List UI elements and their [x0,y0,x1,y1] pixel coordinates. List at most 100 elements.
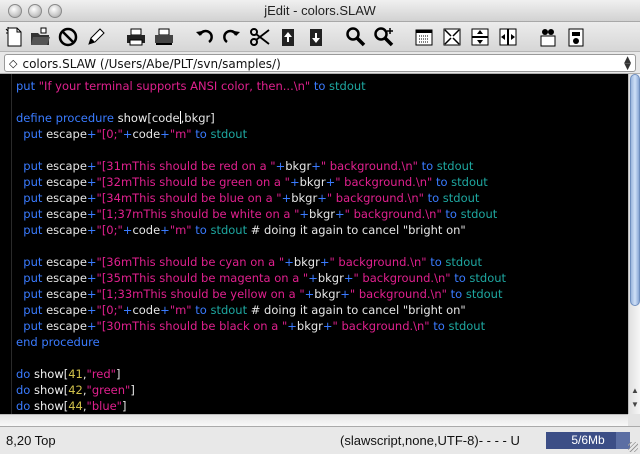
token-string: "[0;" [96,223,123,237]
code-line[interactable]: put escape+"[31mThis should be red on a … [16,158,506,174]
token-ident: bkgr [293,255,320,269]
token-keyword: end procedure [16,335,100,349]
token-keyword: + [86,303,97,317]
code-line[interactable]: do show[41,"red"] [16,366,506,382]
token-ident: [code [147,111,180,125]
token-keyword: put [16,255,47,269]
token-comment: # doing it again to cancel "bright on" [247,303,466,317]
token-string: " background.\n" [335,175,433,189]
code-line[interactable]: define procedure show[code,bkgr] [16,110,506,126]
token-function: show [117,111,148,125]
open-file-button[interactable] [28,25,52,49]
code-line[interactable]: put escape+"[34mThis should be blue on a… [16,190,506,206]
token-keyword: do [16,383,34,397]
token-keyword: + [325,175,336,189]
window-title: jEdit - colors.SLAW [264,3,376,18]
undo-button[interactable] [192,25,216,49]
code-line[interactable]: put escape+"[0;"+code+"m" to stdout # do… [16,222,506,238]
code-line[interactable]: put escape+"[35mThis should be magenta o… [16,270,506,286]
token-comment: # doing it again to cancel "bright on" [247,223,466,237]
token-keyword: put [16,79,39,93]
token-string: "[34mThis should be blue on a " [96,191,282,205]
token-keyword: + [86,271,97,285]
token-keyword: + [86,191,97,205]
token-number: 44 [68,399,83,413]
token-ident: ] [115,367,121,381]
code-line[interactable]: do show[44,"blue"] [16,398,506,414]
code-line[interactable] [16,142,506,158]
split-horizontal-button[interactable] [468,25,492,49]
code-line[interactable] [16,238,506,254]
token-ident: code [132,223,161,237]
code-line[interactable]: put escape+"[32mThis should be green on … [16,174,506,190]
edit-button[interactable] [84,25,108,49]
new-file-button[interactable] [2,25,26,49]
global-options-button[interactable] [564,25,588,49]
token-string: "If your terminal supports ANSI color, t… [38,79,311,93]
print-button[interactable] [124,25,148,49]
find-next-button[interactable] [372,25,396,49]
token-keyword: + [122,303,133,317]
token-keyword: + [86,175,97,189]
code-line[interactable]: put "If your terminal supports ANSI colo… [16,78,506,94]
vertical-scrollbar[interactable]: ▲ ▼ [628,74,640,414]
code-line[interactable]: end procedure [16,334,506,350]
code-line[interactable] [16,350,506,366]
caret-position[interactable]: 8,20 Top [6,433,56,448]
token-keyword: + [340,287,350,301]
code-line[interactable]: put escape+"[1;33mThis should be yellow … [16,286,506,302]
code-line[interactable]: put escape+"[30mThis should be black on … [16,318,506,334]
split-vertical-button[interactable] [496,25,520,49]
token-string: "[30mThis should be black on a " [96,319,288,333]
scroll-up-arrow-icon[interactable]: ▲ [631,386,639,395]
horizontal-scrollbar[interactable] [0,414,628,426]
window-icon [415,29,433,46]
code-line[interactable]: put escape+"[36mThis should be cyan on a… [16,254,506,270]
copy-button[interactable] [276,25,300,49]
gutter-divider [11,74,12,414]
token-stdout: stdout [448,319,486,333]
text-area[interactable]: put "If your terminal supports ANSI colo… [0,74,628,414]
redo-button[interactable] [220,25,244,49]
new-view-button[interactable] [412,25,436,49]
scroll-down-arrow-icon[interactable]: ▼ [631,400,639,409]
token-string: "green" [86,383,131,397]
token-ident: escape [46,319,87,333]
code-line[interactable]: put escape+"[1;37mThis should be white o… [16,206,506,222]
code-content[interactable]: put "If your terminal supports ANSI colo… [16,78,506,414]
page-setup-button[interactable] [152,25,176,49]
token-keyword: + [311,159,321,173]
buffer-mode-info[interactable]: (slawscript,none,UTF-8)- - - - U [340,433,520,448]
token-ident: code [132,127,161,141]
resize-grip[interactable] [628,442,638,452]
token-keyword: to [441,207,461,221]
pencil-icon [88,28,105,45]
code-line[interactable]: put escape+"[0;"+code+"m" to stdout [16,126,506,142]
token-stdout: stdout [465,287,503,301]
token-function: show [34,399,64,413]
token-ident: escape [46,255,87,269]
token-ident: bkgr [291,191,318,205]
code-line[interactable] [16,94,506,110]
cut-button[interactable] [248,25,272,49]
token-ident: bkgr [309,207,336,221]
paste-button[interactable] [304,25,328,49]
magnifier-icon [346,27,366,47]
redo-icon [223,29,240,44]
buffer-switcher-label: colors.SLAW (/Users/Abe/PLT/svn/samples/… [22,56,281,71]
token-string: "[32mThis should be green on a " [96,175,290,189]
open-folder-icon [31,27,50,45]
token-string: "[31mThis should be red on a " [96,159,276,173]
memory-status[interactable]: 5/6Mb [546,432,630,449]
buffer-switcher[interactable]: ◇ colors.SLAW (/Users/Abe/PLT/svn/sample… [4,54,636,72]
vertical-scroll-thumb[interactable] [630,74,640,306]
unsplit-button[interactable] [440,25,464,49]
token-keyword: + [287,319,297,333]
find-button[interactable] [344,25,368,49]
close-file-button[interactable] [56,25,80,49]
plugin-manager-button[interactable] [536,25,560,49]
token-keyword: put [16,207,47,221]
code-line[interactable]: put escape+"[0;"+code+"m" to stdout # do… [16,302,506,318]
token-string: "[1;37mThis should be white on a " [96,207,300,221]
code-line[interactable]: do show[42,"green"] [16,382,506,398]
